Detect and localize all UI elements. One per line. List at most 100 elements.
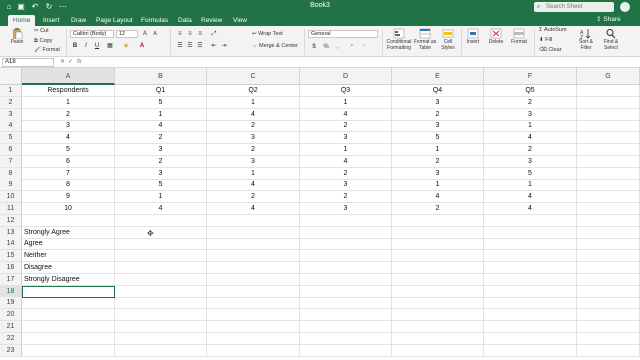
- cell-g22[interactable]: [577, 332, 640, 345]
- name-box[interactable]: A18: [2, 58, 54, 67]
- align-bottom-icon[interactable]: ≡: [196, 30, 204, 38]
- cell-e15[interactable]: [392, 250, 484, 263]
- cell-f19[interactable]: [484, 297, 577, 310]
- cell-f4[interactable]: 1: [484, 120, 577, 133]
- cell-e23[interactable]: [392, 344, 484, 357]
- cell-a9[interactable]: 8: [22, 179, 115, 192]
- cell-e2[interactable]: 3: [392, 96, 484, 109]
- cell-f20[interactable]: [484, 309, 577, 322]
- cell-g12[interactable]: [577, 214, 640, 227]
- cell-b22[interactable]: [115, 332, 207, 345]
- number-format-select[interactable]: General: [308, 30, 378, 38]
- cell-d7[interactable]: 4: [300, 155, 392, 168]
- cell-a17[interactable]: Strongly Disagree: [22, 273, 115, 286]
- cell-a16[interactable]: Disagree: [22, 262, 115, 274]
- cell-c15[interactable]: [207, 250, 300, 263]
- cell-f15[interactable]: [484, 250, 577, 263]
- column-header-g[interactable]: G: [577, 68, 640, 85]
- cell-f14[interactable]: [484, 238, 577, 251]
- cell-d13[interactable]: [300, 226, 392, 239]
- cell-g5[interactable]: [577, 132, 640, 145]
- cell-a7[interactable]: 6: [22, 155, 115, 168]
- cut-button[interactable]: ✂ Cut: [34, 28, 49, 34]
- fill-color-icon[interactable]: ◈: [122, 42, 130, 50]
- fx-icon[interactable]: fx: [77, 58, 82, 67]
- cell-d14[interactable]: [300, 238, 392, 251]
- cell-g3[interactable]: [577, 108, 640, 121]
- row-header-5[interactable]: 5: [0, 132, 22, 145]
- cell-f13[interactable]: [484, 226, 577, 239]
- tab-home[interactable]: Home: [8, 15, 36, 26]
- cell-g17[interactable]: [577, 273, 640, 286]
- autosum-button[interactable]: Σ AutoSum: [539, 27, 567, 33]
- row-header-4[interactable]: 4: [0, 120, 22, 133]
- sort-filter-button[interactable]: AZ Sort & Filter: [575, 28, 597, 51]
- tab-formulas[interactable]: Formulas: [136, 15, 173, 26]
- cell-b6[interactable]: 3: [115, 144, 207, 156]
- cell-a5[interactable]: 4: [22, 132, 115, 145]
- cell-b23[interactable]: [115, 344, 207, 357]
- bold-icon[interactable]: B: [71, 42, 79, 50]
- row-header-3[interactable]: 3: [0, 108, 22, 121]
- cell-g4[interactable]: [577, 120, 640, 133]
- cell-b18[interactable]: [115, 285, 207, 298]
- tab-view[interactable]: View: [228, 15, 252, 26]
- align-top-icon[interactable]: ≡: [176, 30, 184, 38]
- cell-c18[interactable]: [207, 285, 300, 298]
- tab-review[interactable]: Review: [196, 15, 227, 26]
- cell-g8[interactable]: [577, 167, 640, 180]
- conditional-formatting-button[interactable]: Conditional Formatting: [385, 28, 413, 51]
- row-header-1[interactable]: 1: [0, 85, 22, 97]
- cell-a21[interactable]: [22, 321, 115, 333]
- column-header-c[interactable]: C: [207, 68, 300, 85]
- cell-b12[interactable]: [115, 214, 207, 227]
- cell-e22[interactable]: [392, 332, 484, 345]
- cell-d18[interactable]: [300, 285, 392, 298]
- borders-icon[interactable]: ▦: [106, 42, 114, 50]
- cell-e6[interactable]: 1: [392, 144, 484, 156]
- cell-g23[interactable]: [577, 344, 640, 357]
- cell-e13[interactable]: [392, 226, 484, 239]
- cell-b1[interactable]: Q1: [115, 85, 207, 97]
- cell-a2[interactable]: 1: [22, 96, 115, 109]
- cell-f7[interactable]: 3: [484, 155, 577, 168]
- fill-button[interactable]: ⬇ Fill: [539, 37, 552, 43]
- cell-b13[interactable]: [115, 226, 207, 239]
- column-header-f[interactable]: F: [484, 68, 577, 85]
- cell-a12[interactable]: [22, 214, 115, 227]
- cell-f2[interactable]: 2: [484, 96, 577, 109]
- cell-g9[interactable]: [577, 179, 640, 192]
- row-header-2[interactable]: 2: [0, 96, 22, 109]
- cell-b17[interactable]: [115, 273, 207, 286]
- cell-c20[interactable]: [207, 309, 300, 322]
- align-center-icon[interactable]: ☰: [186, 42, 194, 50]
- select-all-corner[interactable]: [0, 68, 22, 85]
- align-middle-icon[interactable]: ≡: [186, 30, 194, 38]
- cell-d20[interactable]: [300, 309, 392, 322]
- cell-d4[interactable]: 2: [300, 120, 392, 133]
- cell-f21[interactable]: [484, 321, 577, 333]
- cell-f23[interactable]: [484, 344, 577, 357]
- cell-c11[interactable]: 4: [207, 203, 300, 215]
- cell-g11[interactable]: [577, 203, 640, 215]
- cell-c12[interactable]: [207, 214, 300, 227]
- row-header-22[interactable]: 22: [0, 332, 22, 345]
- cell-a22[interactable]: [22, 332, 115, 345]
- cell-g18[interactable]: [577, 285, 640, 298]
- delete-cells-button[interactable]: Delete: [486, 28, 506, 46]
- cell-e10[interactable]: 4: [392, 191, 484, 204]
- search-sheet-input[interactable]: ⌕ Search Sheet: [534, 2, 614, 12]
- cell-f9[interactable]: 1: [484, 179, 577, 192]
- cell-d19[interactable]: [300, 297, 392, 310]
- clear-button[interactable]: ⌫ Clear: [539, 47, 561, 53]
- cell-d6[interactable]: 1: [300, 144, 392, 156]
- column-header-b[interactable]: B: [115, 68, 207, 85]
- cell-e18[interactable]: [392, 285, 484, 298]
- cell-d1[interactable]: Q3: [300, 85, 392, 97]
- row-header-14[interactable]: 14: [0, 238, 22, 251]
- cell-d16[interactable]: [300, 262, 392, 274]
- column-header-a[interactable]: A: [22, 68, 115, 85]
- copy-button[interactable]: ⧉ Copy: [34, 38, 52, 45]
- cell-a13[interactable]: Strongly Agree: [22, 226, 115, 239]
- row-header-15[interactable]: 15: [0, 250, 22, 263]
